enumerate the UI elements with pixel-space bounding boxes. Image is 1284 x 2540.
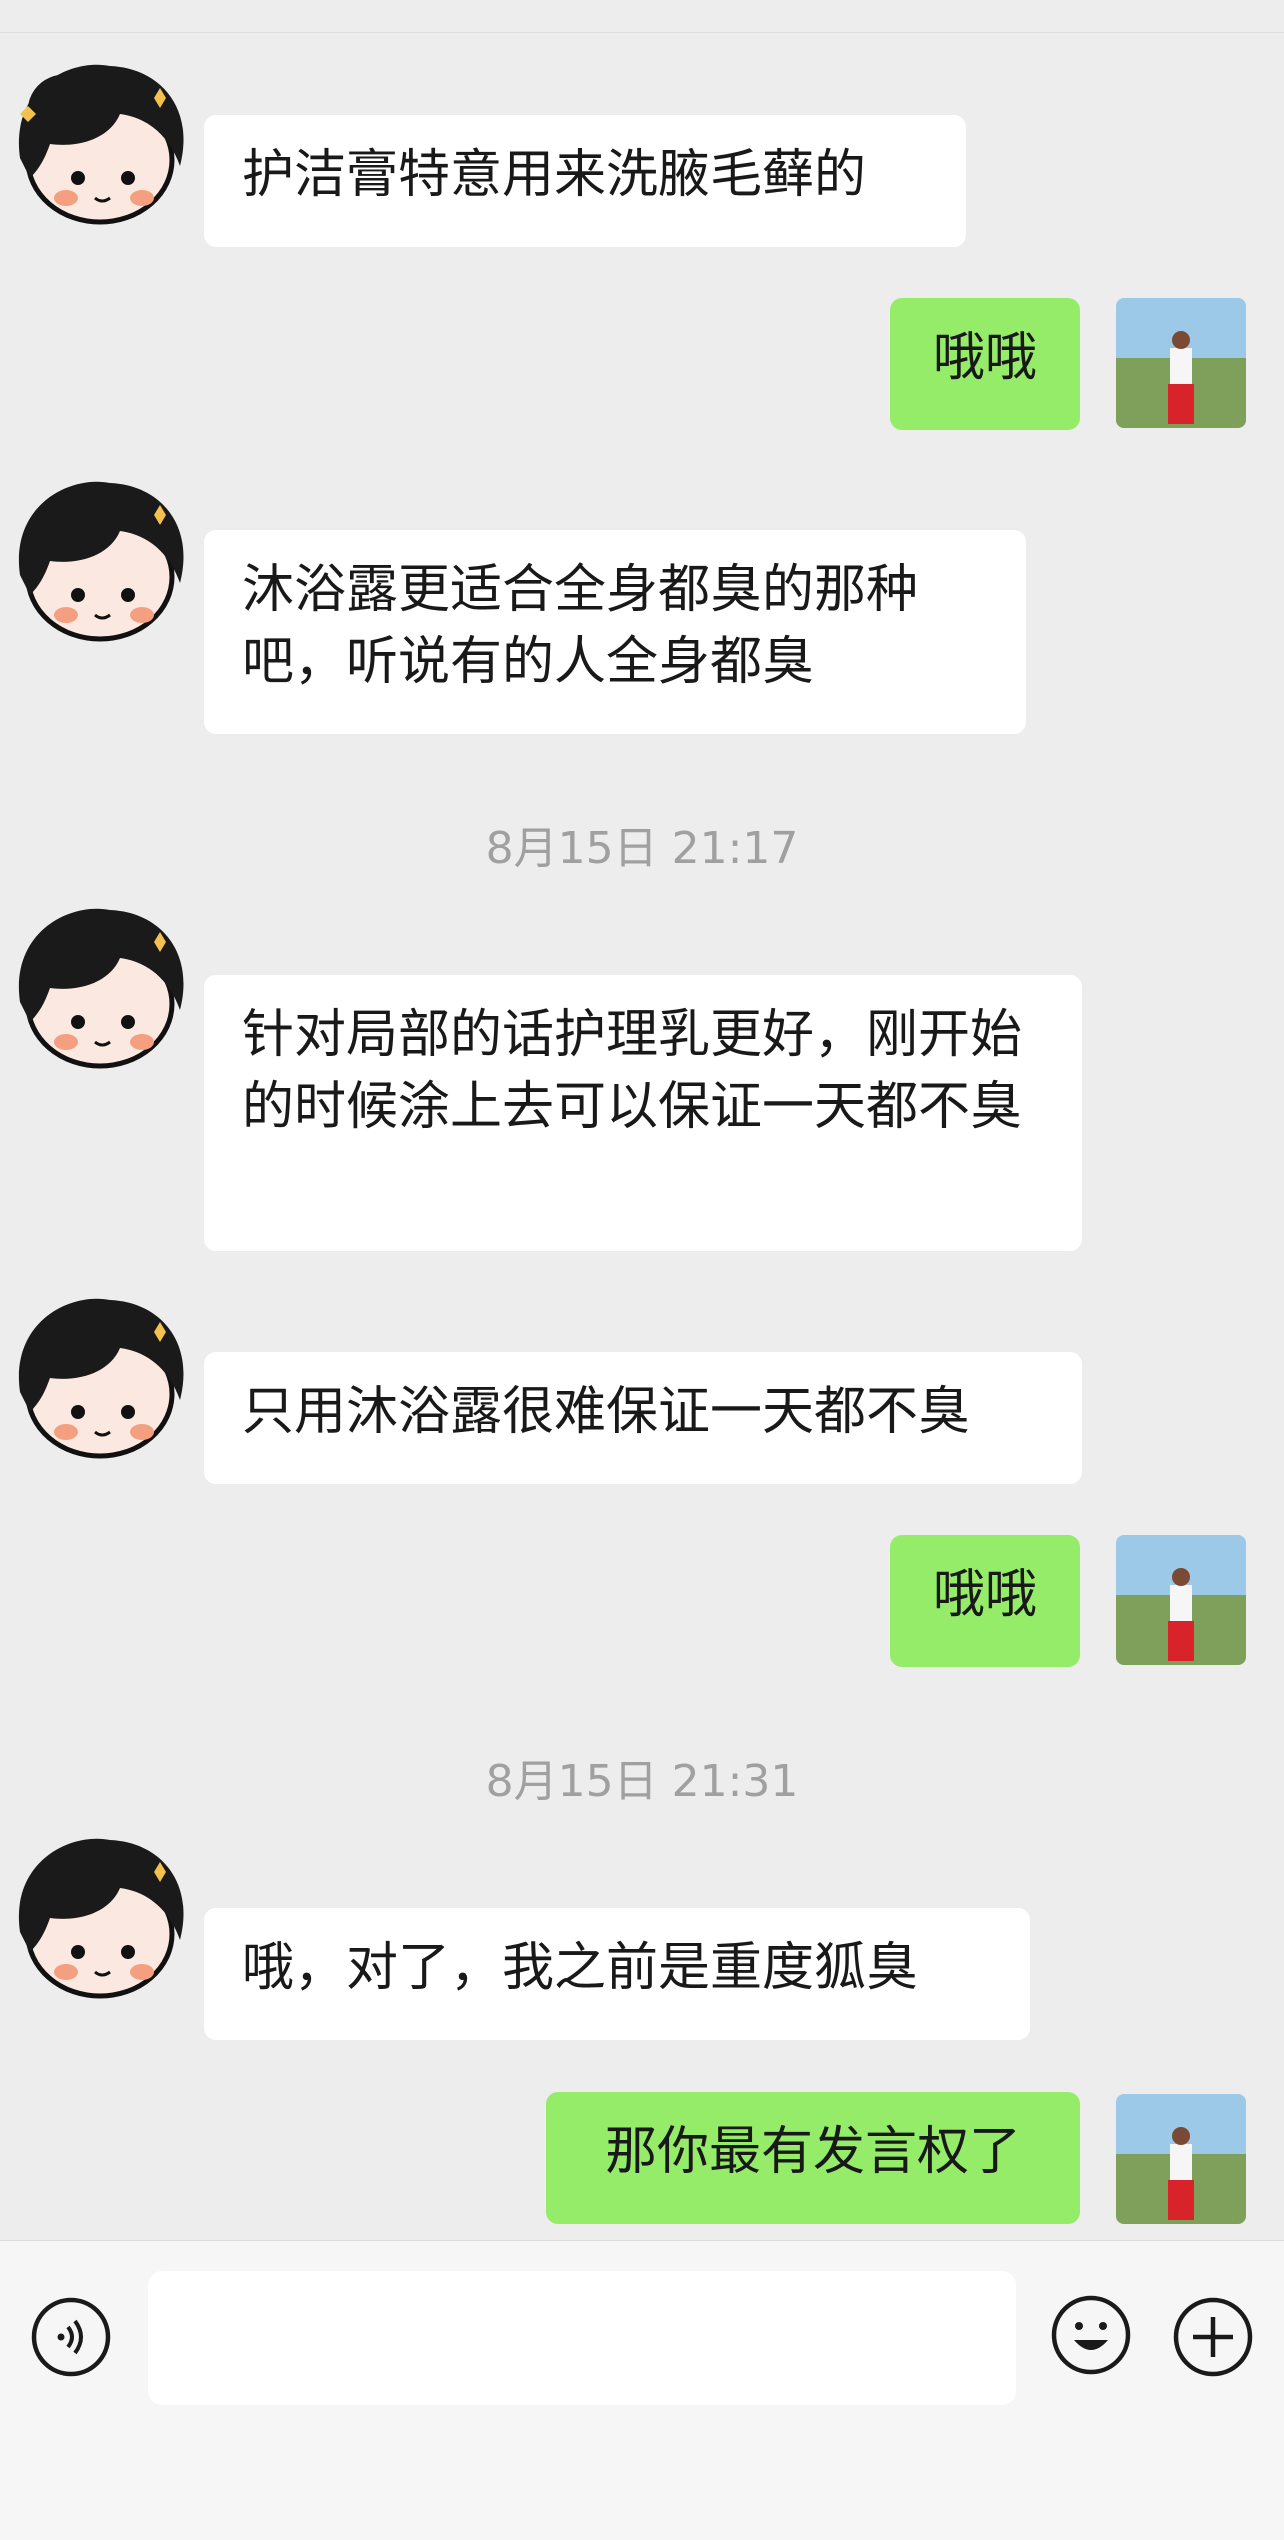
add-button[interactable] — [1172, 2296, 1254, 2378]
timestamp: 8月15日 21:17 — [485, 823, 799, 874]
plus-icon — [1173, 2297, 1253, 2377]
photo-avatar-icon — [1116, 2094, 1246, 2224]
contact-avatar[interactable] — [0, 1822, 200, 2022]
top-divider — [0, 0, 1284, 33]
cartoon-avatar-icon — [18, 1838, 184, 1999]
message-bubble-received[interactable]: 哦，对了，我之前是重度狐臭 — [204, 1908, 1030, 2040]
message-bubble-received[interactable]: 针对局部的话护理乳更好，刚开始的时候涂上去可以保证一天都不臭 — [204, 975, 1082, 1251]
emoji-button[interactable] — [1050, 2294, 1132, 2376]
message-text: 针对局部的话护理乳更好，刚开始的时候涂上去可以保证一天都不臭 — [242, 1005, 1023, 1137]
message-text: 沐浴露更适合全身都臭的那种吧，听说有的人全身都臭 — [242, 560, 919, 692]
cartoon-avatar-icon — [18, 64, 184, 225]
cartoon-avatar-icon — [18, 481, 184, 642]
message-text: 那你最有发言权了 — [604, 2122, 1021, 2182]
contact-avatar[interactable] — [0, 1282, 200, 1482]
message-text: 护洁膏特意用来洗腋毛藓的 — [242, 145, 867, 205]
contact-avatar[interactable] — [0, 892, 200, 1092]
photo-avatar-icon — [1116, 1535, 1246, 1665]
voice-icon — [31, 2297, 111, 2377]
contact-avatar[interactable] — [0, 465, 200, 665]
message-bubble-received[interactable]: 护洁膏特意用来洗腋毛藓的 — [204, 115, 966, 247]
message-input[interactable] — [148, 2271, 1016, 2405]
message-bubble-sent[interactable]: 哦哦 — [890, 1535, 1080, 1667]
emoji-icon — [1051, 2295, 1131, 2375]
voice-button[interactable] — [30, 2296, 112, 2378]
message-text: 哦哦 — [932, 328, 1037, 388]
contact-avatar[interactable] — [0, 48, 200, 248]
photo-avatar-icon — [1116, 298, 1246, 428]
message-bubble-received[interactable]: 沐浴露更适合全身都臭的那种吧，听说有的人全身都臭 — [204, 530, 1026, 734]
my-avatar[interactable] — [1116, 1535, 1246, 1665]
my-avatar[interactable] — [1116, 2094, 1246, 2224]
message-bubble-sent[interactable]: 那你最有发言权了 — [546, 2092, 1080, 2224]
timestamp: 8月15日 21:31 — [485, 1756, 799, 1807]
message-text: 只用沐浴露很难保证一天都不臭 — [242, 1382, 971, 1442]
cartoon-avatar-icon — [18, 1298, 184, 1459]
message-bubble-sent[interactable]: 哦哦 — [890, 298, 1080, 430]
my-avatar[interactable] — [1116, 298, 1246, 428]
message-bubble-received[interactable]: 只用沐浴露很难保证一天都不臭 — [204, 1352, 1082, 1484]
cartoon-avatar-icon — [18, 908, 184, 1069]
message-text: 哦哦 — [932, 1565, 1037, 1625]
message-text: 哦，对了，我之前是重度狐臭 — [242, 1938, 919, 1998]
